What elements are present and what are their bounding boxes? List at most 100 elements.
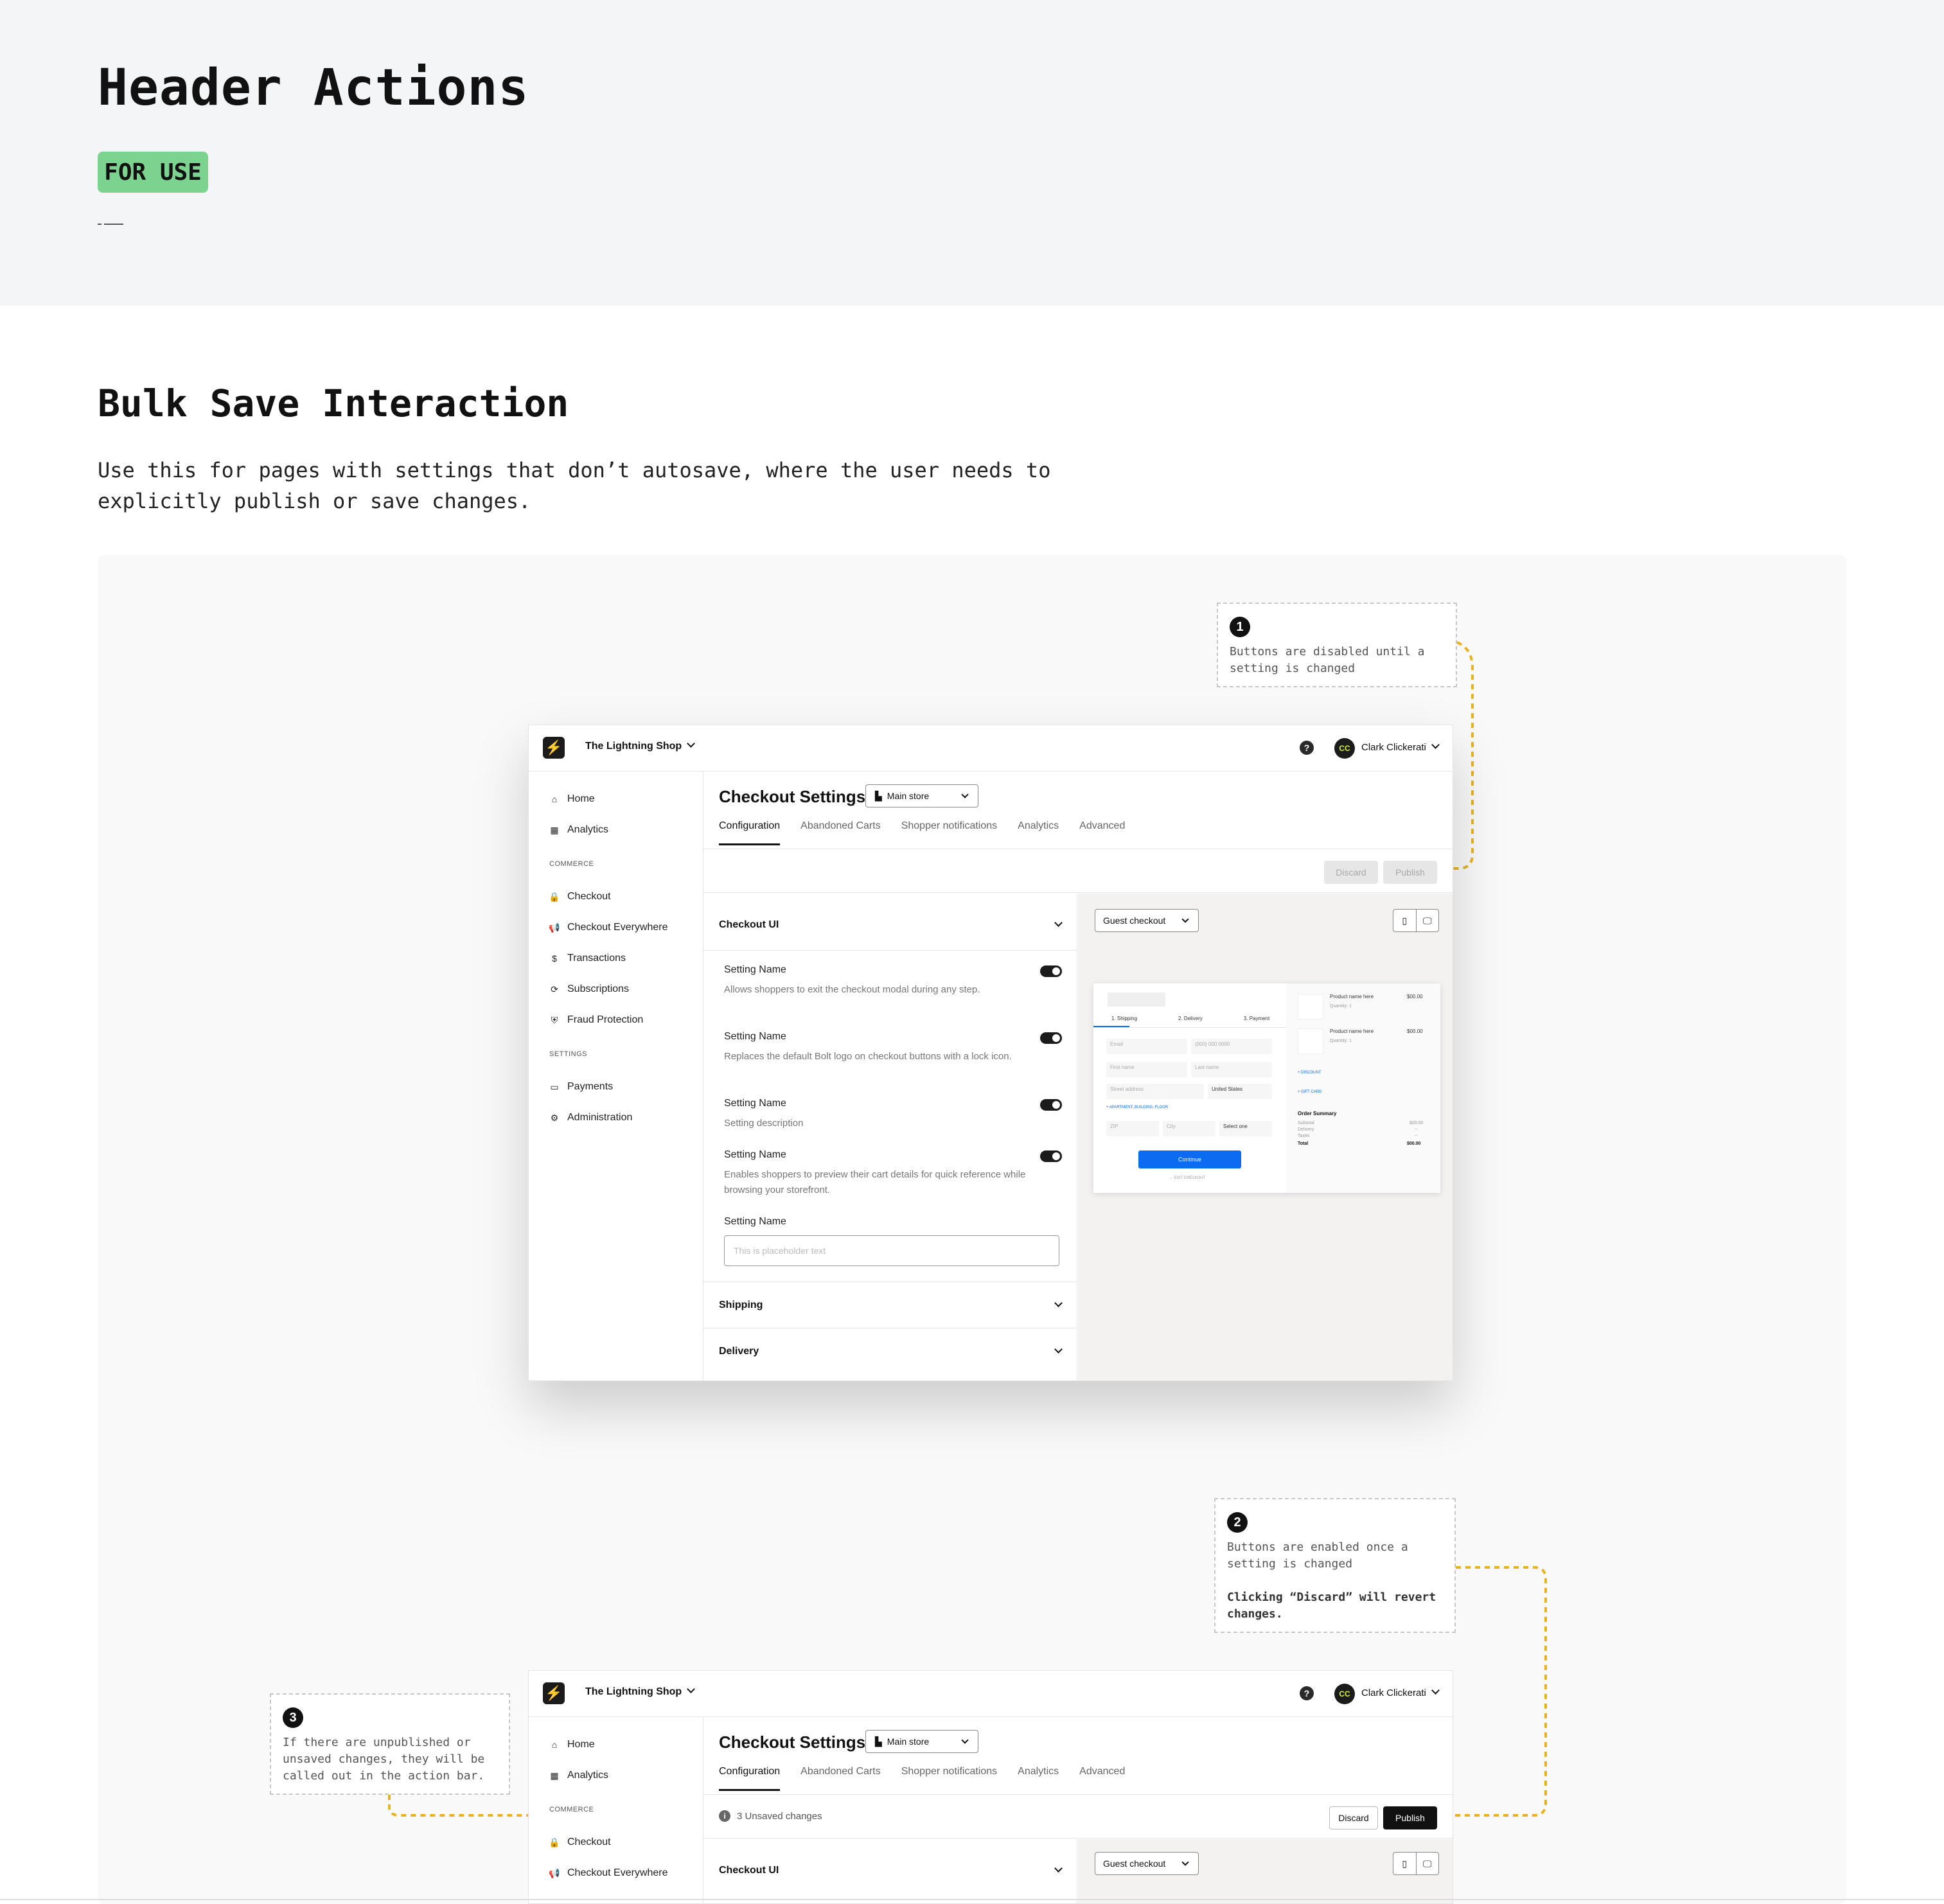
discard-button[interactable]: Discard (1329, 1806, 1378, 1829)
annotation-number: 2 (1227, 1512, 1248, 1533)
avatar[interactable]: CC (1334, 1684, 1355, 1704)
sidebar-item-label: Analytics (567, 824, 609, 835)
desktop-icon[interactable]: 🖵 (1417, 1853, 1439, 1874)
sidebar-item-checkout[interactable]: 🔒 Checkout (549, 1837, 611, 1848)
sidebar-item-checkout-everywhere[interactable]: 📢 Checkout Everywhere (549, 922, 667, 933)
sidebar-item-home[interactable]: ⌂ Home (549, 1739, 595, 1750)
bolt-logo-icon[interactable]: ⚡ (543, 1682, 565, 1704)
setting-text-input[interactable]: This is placeholder text (724, 1235, 1059, 1266)
total-label: Total (1298, 1142, 1309, 1146)
mobile-icon[interactable]: ▯ (1393, 910, 1417, 931)
store-icon: ▙ (875, 1736, 882, 1747)
preview-mode-select[interactable]: Guest checkout (1095, 1852, 1199, 1875)
avatar[interactable]: CC (1334, 738, 1355, 759)
tab-analytics[interactable]: Analytics (1018, 820, 1059, 845)
sidebar-item-home[interactable]: ⌂ Home (549, 793, 595, 805)
shop-switcher[interactable]: The Lightning Shop (585, 1685, 696, 1698)
chart-icon: ▦ (550, 824, 559, 835)
chevron-down-icon (1054, 918, 1063, 927)
shop-switcher[interactable]: The Lightning Shop (585, 739, 696, 752)
preview-mode-select[interactable]: Guest checkout (1095, 909, 1199, 932)
unsaved-changes-text: 3 Unsaved changes (737, 1810, 822, 1822)
app-window-disabled: ⚡ The Lightning Shop ? CC Clark Clickera… (528, 725, 1453, 1381)
sidebar-item-analytics[interactable]: ▦ Analytics (549, 1770, 608, 1781)
chevron-down-icon (961, 1736, 969, 1744)
store-select[interactable]: ▙ Main store (865, 784, 978, 807)
lock-icon: 🔒 (549, 1837, 560, 1847)
step-shipping: 1. Shipping (1111, 1016, 1138, 1021)
sidebar-item-label: Fraud Protection (567, 1014, 644, 1025)
dollar-icon: $ (552, 953, 557, 964)
help-icon[interactable]: ? (1300, 1686, 1314, 1700)
product-quantity: Quantity: 1 (1330, 1039, 1352, 1043)
sidebar-item-analytics[interactable]: ▦ Analytics (549, 824, 608, 836)
tab-analytics[interactable]: Analytics (1018, 1766, 1059, 1791)
chevron-down-icon (1431, 1686, 1440, 1695)
publish-button[interactable]: Publish (1383, 1806, 1437, 1829)
gift-card-link: + GIFT CARD (1298, 1090, 1322, 1094)
store-select-value: Main store (887, 791, 930, 801)
user-menu[interactable]: Clark Clickerati (1361, 741, 1440, 753)
tab-configuration[interactable]: Configuration (719, 1766, 781, 1791)
user-menu[interactable]: Clark Clickerati (1361, 1686, 1440, 1698)
connector-2 (1454, 1566, 1547, 1817)
store-select[interactable]: ▙ Main store (865, 1730, 978, 1753)
sidebar-item-label: Checkout (567, 1837, 611, 1847)
setting-toggle[interactable] (1040, 965, 1062, 977)
bolt-logo-icon[interactable]: ⚡ (543, 737, 565, 759)
street-field: Street address (1106, 1084, 1204, 1099)
divider (1093, 1027, 1286, 1028)
preview-mode-value: Guest checkout (1103, 1858, 1166, 1869)
accordion-shipping[interactable]: Shipping (719, 1298, 1063, 1311)
sidebar-item-label: Transactions (567, 953, 626, 964)
chevron-down-icon (1181, 1858, 1189, 1866)
setting-description: Setting description (724, 1118, 804, 1129)
desktop-icon[interactable]: 🖵 (1417, 910, 1439, 931)
mobile-icon[interactable]: ▯ (1393, 1853, 1417, 1874)
tab-shopper-notifications[interactable]: Shopper notifications (901, 820, 997, 845)
accordion-delivery[interactable]: Delivery (719, 1344, 1063, 1357)
tab-advanced[interactable]: Advanced (1079, 1766, 1125, 1791)
sidebar-item-administration[interactable]: ⚙ Administration (549, 1112, 633, 1124)
action-bar: i 3 Unsaved changes Discard Publish (703, 1795, 1453, 1838)
chevron-down-icon (1054, 1864, 1063, 1873)
setting-toggle[interactable] (1040, 1099, 1062, 1111)
accordion-checkout-ui[interactable]: Checkout UI (719, 918, 1063, 931)
device-toggle: ▯ 🖵 (1393, 1852, 1439, 1875)
tab-advanced[interactable]: Advanced (1079, 820, 1125, 845)
exit-checkout-link: ← EXIT CHECKOUT (1169, 1176, 1206, 1180)
shop-name: The Lightning Shop (585, 1686, 682, 1697)
setting-toggle[interactable] (1040, 1032, 1062, 1044)
sidebar-item-subscriptions[interactable]: ⟳ Subscriptions (549, 983, 629, 995)
chevron-down-icon (1054, 1298, 1063, 1307)
setting-name: Setting Name (724, 1149, 786, 1160)
tab-shopper-notifications[interactable]: Shopper notifications (901, 1766, 997, 1791)
annotation-text: If there are unpublished or unsaved chan… (283, 1736, 485, 1783)
tab-configuration[interactable]: Configuration (719, 820, 781, 845)
annotation-number: 3 (283, 1707, 303, 1728)
main-content: Checkout Settings ▙ Main store Configurat… (703, 771, 1453, 1380)
product-thumbnail (1298, 1028, 1323, 1054)
tab-abandoned-carts[interactable]: Abandoned Carts (800, 1766, 881, 1791)
phone-field: (000) 000 0000 (1191, 1039, 1272, 1054)
product-name: Product name here (1330, 1028, 1374, 1034)
accordion-checkout-ui[interactable]: Checkout UI (719, 1864, 1063, 1876)
tab-abandoned-carts[interactable]: Abandoned Carts (800, 820, 881, 845)
sidebar-item-fraud-protection[interactable]: ⛨ Fraud Protection (549, 1014, 644, 1026)
email-field: Email (1106, 1039, 1187, 1054)
sidebar: ⌂ Home ▦ Analytics COMMERCE 🔒 Checkout 📢 Che… (529, 771, 703, 1380)
help-icon[interactable]: ? (1300, 741, 1314, 755)
chart-icon: ▦ (550, 1770, 559, 1781)
setting-toggle[interactable] (1040, 1150, 1062, 1162)
page-heading: Checkout Settings (719, 1732, 866, 1752)
publish-button[interactable]: Publish (1383, 861, 1437, 884)
sidebar-item-checkout[interactable]: 🔒 Checkout (549, 891, 610, 903)
home-icon: ⌂ (551, 794, 558, 804)
sidebar-item-transactions[interactable]: $ Transactions (549, 953, 626, 964)
sidebar-item-payments[interactable]: ▭ Payments (549, 1081, 613, 1093)
sidebar-item-label: Administration (567, 1112, 633, 1123)
annotation-text: Buttons are disabled until a setting is … (1230, 645, 1425, 675)
discard-button[interactable]: Discard (1324, 861, 1378, 884)
sidebar-section-commerce: COMMERCE (549, 860, 594, 868)
sidebar-item-checkout-everywhere[interactable]: 📢 Checkout Everywhere (549, 1867, 667, 1879)
